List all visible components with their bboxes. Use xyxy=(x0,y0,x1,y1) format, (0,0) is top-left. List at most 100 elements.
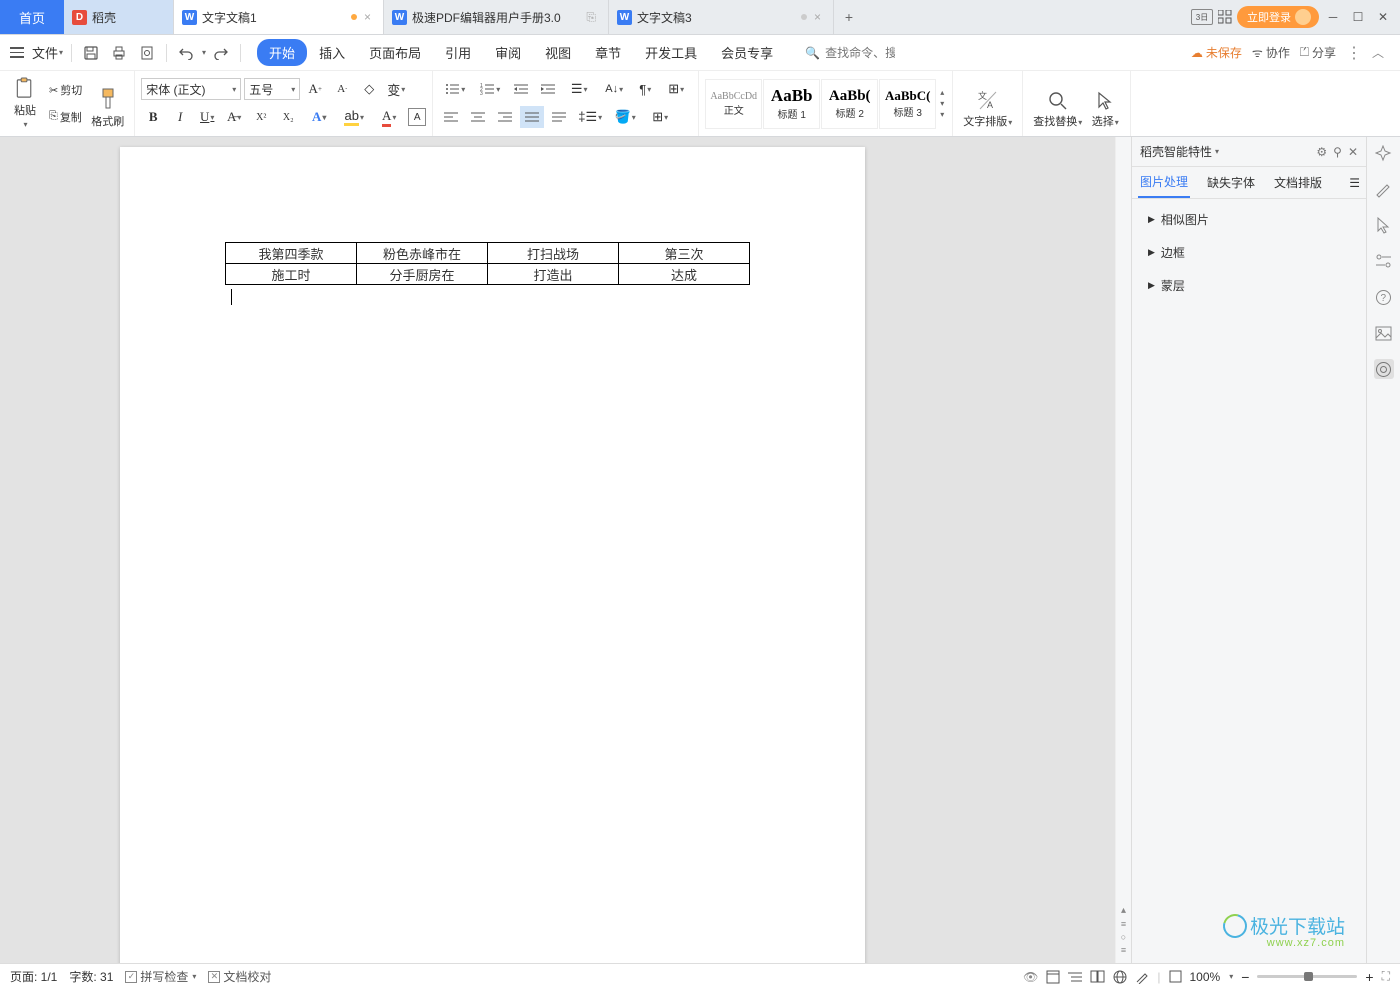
tab-pdf[interactable]: W 极速PDF编辑器用户手册3.0 ⎘ xyxy=(384,0,609,34)
scroll-up-button[interactable]: ▴ xyxy=(1121,905,1126,916)
view-write-button[interactable] xyxy=(1135,970,1149,984)
tab-docer[interactable]: D 稻壳 xyxy=(64,0,174,34)
hamburger-menu-icon[interactable] xyxy=(8,45,26,60)
share-button[interactable]: ⏍ 分享 xyxy=(1300,44,1336,61)
rail-cursor-icon[interactable] xyxy=(1374,215,1394,235)
increase-indent-button[interactable] xyxy=(536,78,560,100)
para-border-button[interactable]: ⊞▾ xyxy=(660,78,692,100)
eye-mode-button[interactable]: 👁 xyxy=(1023,970,1038,984)
menu-vip[interactable]: 会员专享 xyxy=(709,39,785,66)
maximize-button[interactable]: ☐ xyxy=(1347,6,1369,28)
line-spacing-button[interactable]: ‡☰▾ xyxy=(574,106,606,128)
collapse-ribbon-button[interactable]: ︿ xyxy=(1372,44,1384,61)
print-button[interactable] xyxy=(106,40,132,66)
apps-grid-button[interactable] xyxy=(1216,8,1234,26)
view-page-button[interactable] xyxy=(1046,970,1060,984)
shrink-font-button[interactable]: A- xyxy=(330,78,354,100)
skin-button[interactable]: 3日 xyxy=(1191,9,1213,25)
view-web-button[interactable] xyxy=(1113,970,1127,984)
find-replace-button[interactable]: 查找替换▾ xyxy=(1029,75,1086,133)
char-border-button[interactable]: A xyxy=(408,108,426,126)
font-name-select[interactable]: 宋体 (正文)▾ xyxy=(141,78,241,100)
align-justify-button[interactable] xyxy=(520,106,544,128)
tab-close-icon[interactable]: × xyxy=(364,10,371,24)
menu-insert[interactable]: 插入 xyxy=(307,39,357,66)
document-page[interactable]: 我第四季款 粉色赤峰市在 打扫战场 第三次 施工时 分手厨房在 打造出 达成 xyxy=(120,147,865,963)
save-button[interactable] xyxy=(78,40,104,66)
underline-button[interactable]: U▾ xyxy=(195,106,219,128)
align-right-button[interactable] xyxy=(493,106,517,128)
menu-chapter[interactable]: 章节 xyxy=(583,39,633,66)
rail-settings-icon[interactable] xyxy=(1374,251,1394,271)
tab-doc1[interactable]: W 文字文稿1 × xyxy=(174,0,384,34)
sort-button[interactable]: ☰▾ xyxy=(563,78,595,100)
style-normal[interactable]: AaBbCcDd 正文 xyxy=(705,79,762,129)
styles-up-button[interactable]: ▴ xyxy=(940,88,944,97)
tab-close-icon[interactable]: ⎘ xyxy=(586,10,596,25)
align-left-button[interactable] xyxy=(439,106,463,128)
font-size-select[interactable]: 五号▾ xyxy=(244,78,300,100)
table-row[interactable]: 施工时 分手厨房在 打造出 达成 xyxy=(226,264,750,285)
command-search[interactable]: 🔍 xyxy=(805,46,895,60)
style-heading1[interactable]: AaBb 标题 1 xyxy=(763,79,820,129)
close-window-button[interactable]: ✕ xyxy=(1372,6,1394,28)
more-menu-button[interactable]: ⋮ xyxy=(1346,43,1362,63)
table-cell[interactable]: 第三次 xyxy=(619,243,750,264)
format-painter-button[interactable]: 格式刷 xyxy=(87,75,128,133)
page-nav-prev-button[interactable]: ≡ xyxy=(1121,919,1126,929)
menu-references[interactable]: 引用 xyxy=(433,39,483,66)
border-button[interactable]: ⊞▾ xyxy=(644,106,676,128)
close-panel-icon[interactable]: ✕ xyxy=(1348,145,1358,159)
fullscreen-button[interactable]: ⛶ xyxy=(1382,969,1390,984)
proofread-toggle[interactable]: ✕ 文档校对 xyxy=(208,968,271,985)
table-cell[interactable]: 达成 xyxy=(619,264,750,285)
menu-page-layout[interactable]: 页面布局 xyxy=(357,39,433,66)
highlight-button[interactable]: ab▾ xyxy=(338,106,370,128)
table-cell[interactable]: 粉色赤峰市在 xyxy=(357,243,488,264)
document-table[interactable]: 我第四季款 粉色赤峰市在 打扫战场 第三次 施工时 分手厨房在 打造出 达成 xyxy=(225,242,750,285)
view-reading-button[interactable] xyxy=(1090,970,1105,983)
rail-docer-icon[interactable] xyxy=(1374,359,1394,379)
vertical-scrollbar[interactable]: ▴ ≡ ○ ≡ xyxy=(1115,137,1131,963)
undo-button[interactable] xyxy=(173,40,199,66)
text-wrap-button[interactable]: 文A 文字排版▾ xyxy=(959,75,1016,133)
menu-view[interactable]: 视图 xyxy=(533,39,583,66)
zoom-out-button[interactable]: − xyxy=(1241,969,1249,985)
font-color-button[interactable]: A▾ xyxy=(373,106,405,128)
style-heading3[interactable]: AaBbC( 标题 3 xyxy=(879,79,936,129)
spell-check-toggle[interactable]: ✓ 拼写检查 ▾ xyxy=(125,968,196,985)
view-outline-button[interactable] xyxy=(1068,971,1082,983)
document-viewport[interactable]: 我第四季款 粉色赤峰市在 打扫战场 第三次 施工时 分手厨房在 打造出 达成 xyxy=(0,137,1115,963)
style-heading2[interactable]: AaBb( 标题 2 xyxy=(821,79,878,129)
table-row[interactable]: 我第四季款 粉色赤峰市在 打扫战场 第三次 xyxy=(226,243,750,264)
panel-item-border[interactable]: ▶ 边框 xyxy=(1132,236,1366,269)
panel-tabs-overflow[interactable]: ☰ xyxy=(1349,176,1360,190)
subscript-button[interactable]: X₂ xyxy=(276,106,300,128)
redo-button[interactable] xyxy=(208,40,234,66)
align-center-button[interactable] xyxy=(466,106,490,128)
tab-doc3[interactable]: W 文字文稿3 × xyxy=(609,0,834,34)
bullet-list-button[interactable]: ▾ xyxy=(439,78,471,100)
menu-developer[interactable]: 开发工具 xyxy=(633,39,709,66)
superscript-button[interactable]: X² xyxy=(249,106,273,128)
table-cell[interactable]: 我第四季款 xyxy=(226,243,357,264)
collab-button[interactable]: ᯤ 协作 xyxy=(1252,44,1290,61)
page-nav-next-button[interactable]: ≡ xyxy=(1121,945,1126,955)
new-tab-button[interactable]: + xyxy=(834,0,864,34)
zoom-value[interactable]: 100% xyxy=(1190,970,1221,984)
show-marks-button[interactable]: ¶▾ xyxy=(633,78,657,100)
styles-gallery-button[interactable]: ▾ xyxy=(940,110,944,119)
decrease-indent-button[interactable] xyxy=(509,78,533,100)
bold-button[interactable]: B xyxy=(141,106,165,128)
italic-button[interactable]: I xyxy=(168,106,192,128)
menu-review[interactable]: 审阅 xyxy=(483,39,533,66)
undo-dropdown[interactable]: ▾ xyxy=(202,48,206,57)
minimize-button[interactable]: ─ xyxy=(1322,6,1344,28)
table-cell[interactable]: 打扫战场 xyxy=(488,243,619,264)
rail-sparkle-icon[interactable] xyxy=(1374,143,1394,163)
panel-item-mask[interactable]: ▶ 蒙层 xyxy=(1132,269,1366,302)
shading-button[interactable]: 🪣▾ xyxy=(609,106,641,128)
panel-title-dropdown[interactable]: ▾ xyxy=(1215,147,1219,156)
rail-pen-icon[interactable] xyxy=(1374,179,1394,199)
tab-close-icon[interactable]: × xyxy=(814,10,821,24)
